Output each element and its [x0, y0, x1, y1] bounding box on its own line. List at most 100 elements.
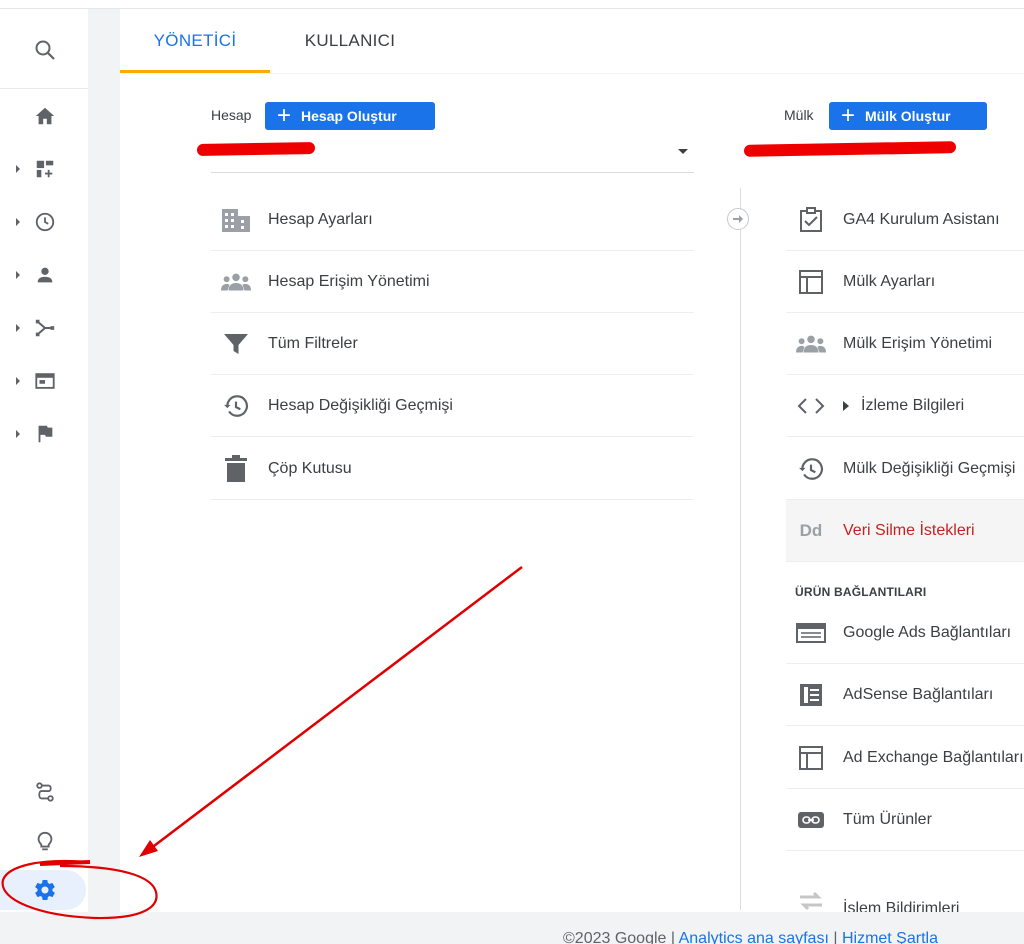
menu-item-label: Hesap Değişikliği Geçmişi — [268, 396, 453, 414]
rail-attribution[interactable] — [0, 772, 88, 812]
people-icon — [221, 267, 251, 297]
clock-icon[interactable] — [32, 209, 58, 235]
ga4-setup-assistant-item[interactable]: GA4 Kurulum Asistanı — [786, 189, 1024, 251]
rail-realtime[interactable] — [0, 202, 88, 242]
adsense-icon — [796, 680, 826, 710]
property-access-item[interactable]: Mülk Erişim Yönetimi — [786, 313, 1024, 375]
rail-divider — [0, 88, 88, 89]
menu-item-label: Google Ads Bağlantıları — [843, 623, 1012, 641]
expand-caret-icon[interactable] — [14, 164, 22, 174]
menu-item-label: Hesap Erişim Yönetimi — [268, 272, 430, 290]
menu-item-label: Mülk Erişim Yönetimi — [843, 334, 993, 352]
history-icon — [796, 454, 826, 484]
home-icon[interactable] — [32, 103, 58, 129]
footer-text: ©2023 Google | Analytics ana sayfası | H… — [563, 930, 938, 944]
menu-item-label: Tüm Ürünler — [843, 810, 932, 828]
flag-icon[interactable] — [32, 421, 58, 447]
copyright-text: ©2023 Google — [563, 930, 667, 944]
redaction-mark — [744, 141, 956, 157]
rail-acquisition[interactable] — [0, 308, 88, 348]
expand-caret-icon[interactable] — [14, 376, 22, 386]
all-filters-item[interactable]: Tüm Filtreler — [211, 313, 694, 375]
person-icon[interactable] — [32, 262, 58, 288]
annotation-arrow-line — [145, 566, 523, 853]
link-icon — [796, 805, 826, 835]
move-property-button[interactable] — [727, 208, 749, 230]
tracking-info-item[interactable]: İzleme Bilgileri — [786, 375, 1024, 437]
route-icon[interactable] — [32, 779, 58, 805]
create-account-button[interactable]: + Hesap Oluştur — [265, 102, 435, 130]
account-access-item[interactable]: Hesap Erişim Yönetimi — [211, 251, 694, 313]
arrow-right-icon — [733, 215, 743, 223]
tab-user[interactable]: KULLANICI — [270, 9, 430, 73]
menu-item-label: İşlem Bildirimleri — [843, 900, 960, 912]
all-products-item[interactable]: Tüm Ürünler — [786, 789, 1024, 851]
rail-audience[interactable] — [0, 255, 88, 295]
rail-home[interactable] — [0, 96, 88, 136]
column-divider — [740, 188, 741, 910]
menu-item-label: AdSense Bağlantıları — [843, 685, 994, 703]
acquisition-icon[interactable] — [32, 315, 58, 341]
menu-item-label: İzleme Bilgileri — [861, 396, 965, 414]
tabs-divider — [120, 73, 1024, 74]
expand-caret-icon[interactable] — [14, 429, 22, 439]
footer-separator: | — [833, 930, 838, 944]
plus-icon: + — [841, 102, 856, 129]
trash-icon — [221, 454, 251, 484]
product-links-heading: ÜRÜN BAĞLANTILARI — [795, 585, 927, 599]
rail-customization[interactable] — [0, 149, 88, 189]
postbacks-item[interactable]: İşlem Bildirimleri — [786, 878, 1024, 912]
adsense-links-item[interactable]: AdSense Bağlantıları — [786, 664, 1024, 726]
dashboard-icon[interactable] — [32, 156, 58, 182]
data-deletion-requests-item[interactable]: Dd Veri Silme İstekleri — [786, 500, 1024, 562]
expand-caret-icon[interactable] — [14, 270, 22, 280]
menu-item-label: Ad Exchange Bağlantıları — [843, 748, 1024, 766]
menu-item-label: Tüm Filtreler — [268, 334, 358, 352]
expand-caret-icon[interactable] — [14, 323, 22, 333]
account-change-history-item[interactable]: Hesap Değişikliği Geçmişi — [211, 375, 694, 437]
trash-can-item[interactable]: Çöp Kutusu — [211, 438, 694, 500]
rail-behavior[interactable] — [0, 361, 88, 401]
account-settings-item[interactable]: Hesap Ayarları — [211, 189, 694, 251]
property-change-history-item[interactable]: Mülk Değişikliği Geçmişi — [786, 438, 1024, 500]
filter-icon — [221, 329, 251, 359]
create-account-label: Hesap Oluştur — [301, 108, 397, 124]
layout-icon — [796, 743, 826, 773]
lightbulb-icon[interactable] — [32, 829, 58, 855]
menu-item-label: Veri Silme İstekleri — [843, 521, 975, 539]
menu-item-label: Hesap Ayarları — [268, 210, 373, 228]
search-icon[interactable] — [32, 37, 58, 63]
rail-discover[interactable] — [0, 822, 88, 862]
create-property-button[interactable]: + Mülk Oluştur — [829, 102, 987, 130]
dd-icon: Dd — [799, 520, 823, 540]
ads-icon — [796, 618, 826, 648]
gear-icon[interactable] — [32, 877, 58, 903]
plus-icon: + — [277, 102, 292, 129]
rail-admin[interactable] — [0, 870, 86, 910]
account-column-label: Hesap — [211, 107, 252, 123]
redaction-mark — [197, 141, 315, 157]
dropdown-arrow-icon[interactable] — [678, 149, 688, 154]
behavior-icon[interactable] — [32, 368, 58, 394]
tab-admin[interactable]: YÖNETİCİ — [120, 9, 270, 73]
ad-exchange-links-item[interactable]: Ad Exchange Bağlantıları — [786, 727, 1024, 789]
terms-link[interactable]: Hizmet Şartla — [842, 930, 938, 944]
google-ads-links-item[interactable]: Google Ads Bağlantıları — [786, 602, 1024, 664]
postback-icon — [796, 886, 826, 912]
property-column-label: Mülk — [784, 107, 814, 123]
code-icon — [796, 391, 826, 421]
footer-separator: | — [670, 930, 676, 944]
menu-item-label: GA4 Kurulum Asistanı — [843, 210, 1000, 228]
expand-caret-icon[interactable] — [842, 400, 850, 411]
admin-tabs: YÖNETİCİ KULLANICI — [120, 9, 1024, 73]
property-selector[interactable] — [744, 139, 1024, 173]
property-settings-item[interactable]: Mülk Ayarları — [786, 251, 1024, 313]
analytics-home-link[interactable]: Analytics ana sayfası — [679, 930, 829, 944]
building-icon — [221, 205, 251, 235]
menu-item-label: Mülk Ayarları — [843, 272, 936, 290]
expand-caret-icon[interactable] — [14, 217, 22, 227]
menu-item-label: Çöp Kutusu — [268, 459, 352, 477]
account-selector[interactable] — [197, 139, 694, 173]
rail-search[interactable] — [0, 30, 88, 70]
rail-conversions[interactable] — [0, 414, 88, 454]
